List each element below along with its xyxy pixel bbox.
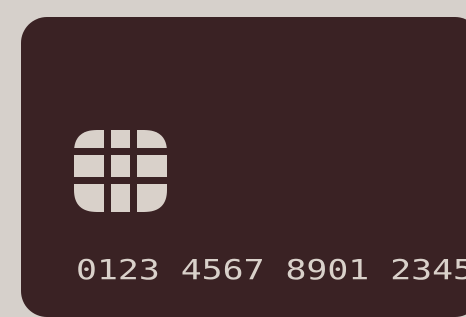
card-number: 0123 4567 8901 2345 (76, 253, 466, 286)
credit-card: 0123 4567 8901 2345 (21, 17, 466, 317)
chip-icon (74, 130, 167, 212)
card-number-text: 0123 4567 8901 2345 (76, 253, 466, 286)
